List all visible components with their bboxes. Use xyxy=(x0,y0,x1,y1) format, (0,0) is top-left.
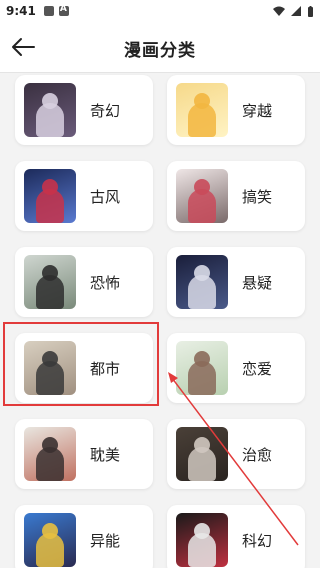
category-card-11[interactable]: 异能 xyxy=(15,505,153,568)
category-label: 异能 xyxy=(90,531,121,550)
gallery-notification-icon xyxy=(43,6,54,16)
category-grid: 奇幻 穿越古风 搞笑恐怖 悬疑都市 恋爱耽美 治愈异能 科幻 xyxy=(0,73,320,568)
category-cover-image xyxy=(176,255,228,309)
category-card-7[interactable]: 都市 xyxy=(15,333,153,403)
category-cover-image xyxy=(24,341,76,395)
category-card-10[interactable]: 治愈 xyxy=(167,419,305,489)
cover-figure-head xyxy=(42,351,58,367)
cover-figure-head xyxy=(42,93,58,109)
category-card-9[interactable]: 耽美 xyxy=(15,419,153,489)
category-card-8[interactable]: 恋爱 xyxy=(167,333,305,403)
cover-figure-head xyxy=(194,437,210,453)
category-card-2[interactable]: 穿越 xyxy=(167,75,305,145)
category-label: 科幻 xyxy=(242,531,273,550)
notification-icons xyxy=(43,4,69,16)
category-cover-image xyxy=(176,83,228,137)
category-card-4[interactable]: 搞笑 xyxy=(167,161,305,231)
category-label: 恋爱 xyxy=(242,359,273,378)
category-cover-image xyxy=(176,341,228,395)
app-header: 漫画分类 xyxy=(0,22,320,73)
category-cover-image xyxy=(24,169,76,223)
category-cover-image xyxy=(24,255,76,309)
page-title: 漫画分类 xyxy=(124,41,196,61)
category-label: 治愈 xyxy=(242,445,273,464)
app-notification-icon xyxy=(58,4,69,16)
category-label: 古风 xyxy=(90,187,121,206)
cover-figure-head xyxy=(42,523,58,539)
category-card-5[interactable]: 恐怖 xyxy=(15,247,153,317)
cover-figure-head xyxy=(194,351,210,367)
category-card-1[interactable]: 奇幻 xyxy=(15,75,153,145)
category-label: 恐怖 xyxy=(90,273,121,292)
cover-figure-head xyxy=(194,179,210,195)
status-time: 9:41 xyxy=(6,4,36,18)
category-label: 耽美 xyxy=(90,445,121,464)
category-cover-image xyxy=(24,513,76,567)
category-card-3[interactable]: 古风 xyxy=(15,161,153,231)
wifi-icon xyxy=(273,6,285,16)
cover-figure-head xyxy=(42,437,58,453)
cover-figure-head xyxy=(194,93,210,109)
status-bar: 9:41 xyxy=(0,0,320,22)
category-label: 都市 xyxy=(90,359,121,378)
cover-figure-head xyxy=(194,265,210,281)
cover-figure-head xyxy=(194,523,210,539)
category-label: 穿越 xyxy=(242,101,273,120)
category-cover-image xyxy=(176,513,228,567)
signal-icon xyxy=(291,6,301,16)
category-cover-image xyxy=(24,83,76,137)
cover-figure-head xyxy=(42,265,58,281)
category-card-12[interactable]: 科幻 xyxy=(167,505,305,568)
category-label: 奇幻 xyxy=(90,101,121,120)
category-cover-image xyxy=(24,427,76,481)
category-label: 搞笑 xyxy=(242,187,273,206)
category-cover-image xyxy=(176,169,228,223)
category-cover-image xyxy=(176,427,228,481)
category-label: 悬疑 xyxy=(242,273,273,292)
cover-figure-head xyxy=(42,179,58,195)
battery-icon xyxy=(308,5,313,17)
category-card-6[interactable]: 悬疑 xyxy=(167,247,305,317)
